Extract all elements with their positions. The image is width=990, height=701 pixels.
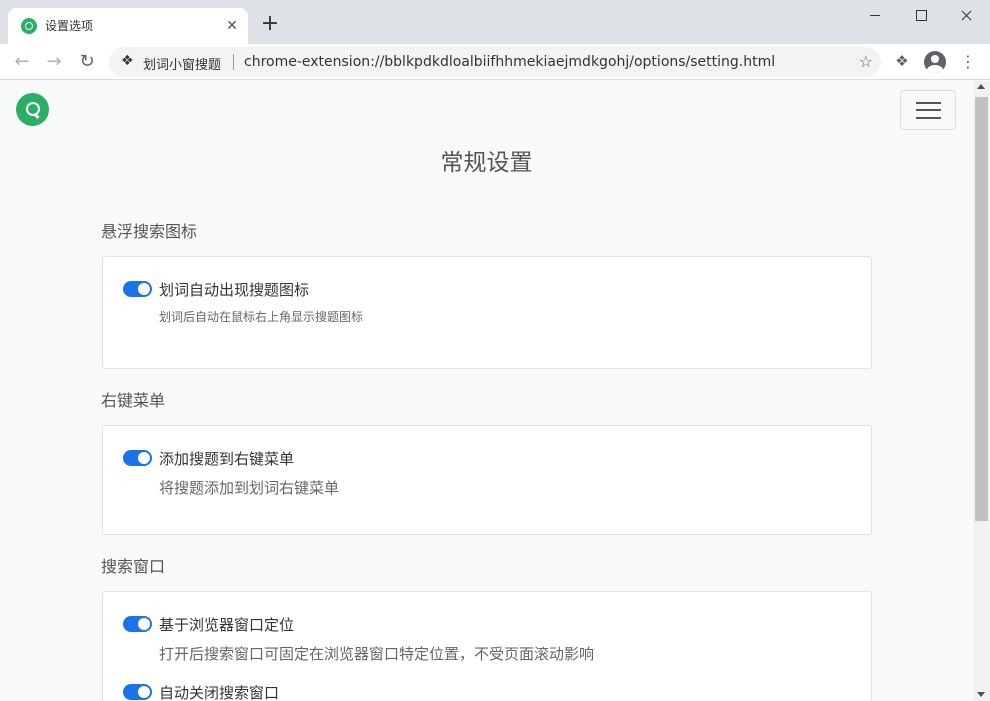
section-title-context-menu: 右键菜单 <box>101 391 166 410</box>
puzzle-icon: ❖ <box>121 53 134 69</box>
option-description: 打开后搜索窗口可固定在浏览器窗口特定位置，不受页面滚动影响 <box>159 645 595 663</box>
scroll-down-arrow-icon[interactable] <box>977 692 985 697</box>
vertical-scrollbar[interactable] <box>973 81 990 701</box>
hamburger-bar <box>916 117 941 119</box>
star-icon[interactable]: ☆ <box>859 52 873 71</box>
page-title: 常规设置 <box>440 150 533 176</box>
option-label: 添加搜题到右键菜单 <box>159 450 295 468</box>
options-page: 常规设置 悬浮搜索图标 划词自动出现搜题图标 划词后自动在鼠标右上角显示搜题图标… <box>0 81 973 701</box>
section-title-floating-icon: 悬浮搜索图标 <box>101 222 198 241</box>
extension-favicon-icon <box>21 18 37 34</box>
option-description: 划词后自动在鼠标右上角显示搜题图标 <box>159 310 364 324</box>
forward-arrow-icon[interactable]: → <box>40 48 68 76</box>
extension-name-chip: 划词小窗搜题 <box>143 58 222 73</box>
browser-toolbar: ← → ↻ ❖ 划词小窗搜题 chrome-extension://bblkpd… <box>0 44 990 80</box>
kebab-menu-icon[interactable]: ⋮ <box>958 50 978 74</box>
profile-icon[interactable] <box>924 51 946 73</box>
url-text[interactable]: chrome-extension://bblkpdkdloalbiifhhmek… <box>244 54 775 70</box>
option-label: 划词自动出现搜题图标 <box>159 281 310 299</box>
settings-card-context-menu: 添加搜题到右键菜单 将搜题添加到划词右键菜单 <box>102 425 872 535</box>
extensions-puzzle-icon[interactable]: ❖ <box>892 52 912 72</box>
omnibox-divider <box>233 54 234 70</box>
window-minimize-button[interactable] <box>852 0 898 30</box>
toggle-switch[interactable] <box>123 281 152 297</box>
toggle-switch[interactable] <box>123 616 152 632</box>
option-label: 基于浏览器窗口定位 <box>159 616 295 634</box>
address-bar[interactable]: ❖ 划词小窗搜题 chrome-extension://bblkpdkdloal… <box>109 47 881 77</box>
hamburger-bar <box>916 109 941 111</box>
tab-strip: 设置选项 ✕ + <box>0 0 990 44</box>
window-close-button[interactable] <box>944 0 990 30</box>
toggle-switch[interactable] <box>123 684 152 700</box>
hamburger-menu-button[interactable] <box>900 90 956 130</box>
scroll-up-arrow-icon[interactable] <box>977 84 985 89</box>
browser-tab[interactable]: 设置选项 ✕ <box>8 8 248 44</box>
search-logo-icon[interactable] <box>16 93 49 126</box>
tab-title: 设置选项 <box>45 19 94 33</box>
reload-icon[interactable]: ↻ <box>73 48 101 76</box>
settings-card-search-window: 基于浏览器窗口定位 打开后搜索窗口可固定在浏览器窗口特定位置，不受页面滚动影响 … <box>102 591 872 701</box>
settings-card-floating-icon: 划词自动出现搜题图标 划词后自动在鼠标右上角显示搜题图标 <box>102 256 872 369</box>
option-label: 自动关闭搜索窗口 <box>159 684 280 701</box>
scrollbar-thumb[interactable] <box>975 97 988 521</box>
new-tab-button[interactable]: + <box>258 13 282 37</box>
section-title-search-window: 搜索窗口 <box>101 557 166 576</box>
tab-close-icon[interactable]: ✕ <box>222 16 242 36</box>
hamburger-bar <box>916 102 941 104</box>
option-description: 将搜题添加到划词右键菜单 <box>159 479 340 497</box>
window-maximize-button[interactable] <box>898 0 944 30</box>
toggle-switch[interactable] <box>123 450 152 466</box>
back-arrow-icon[interactable]: ← <box>8 48 36 76</box>
